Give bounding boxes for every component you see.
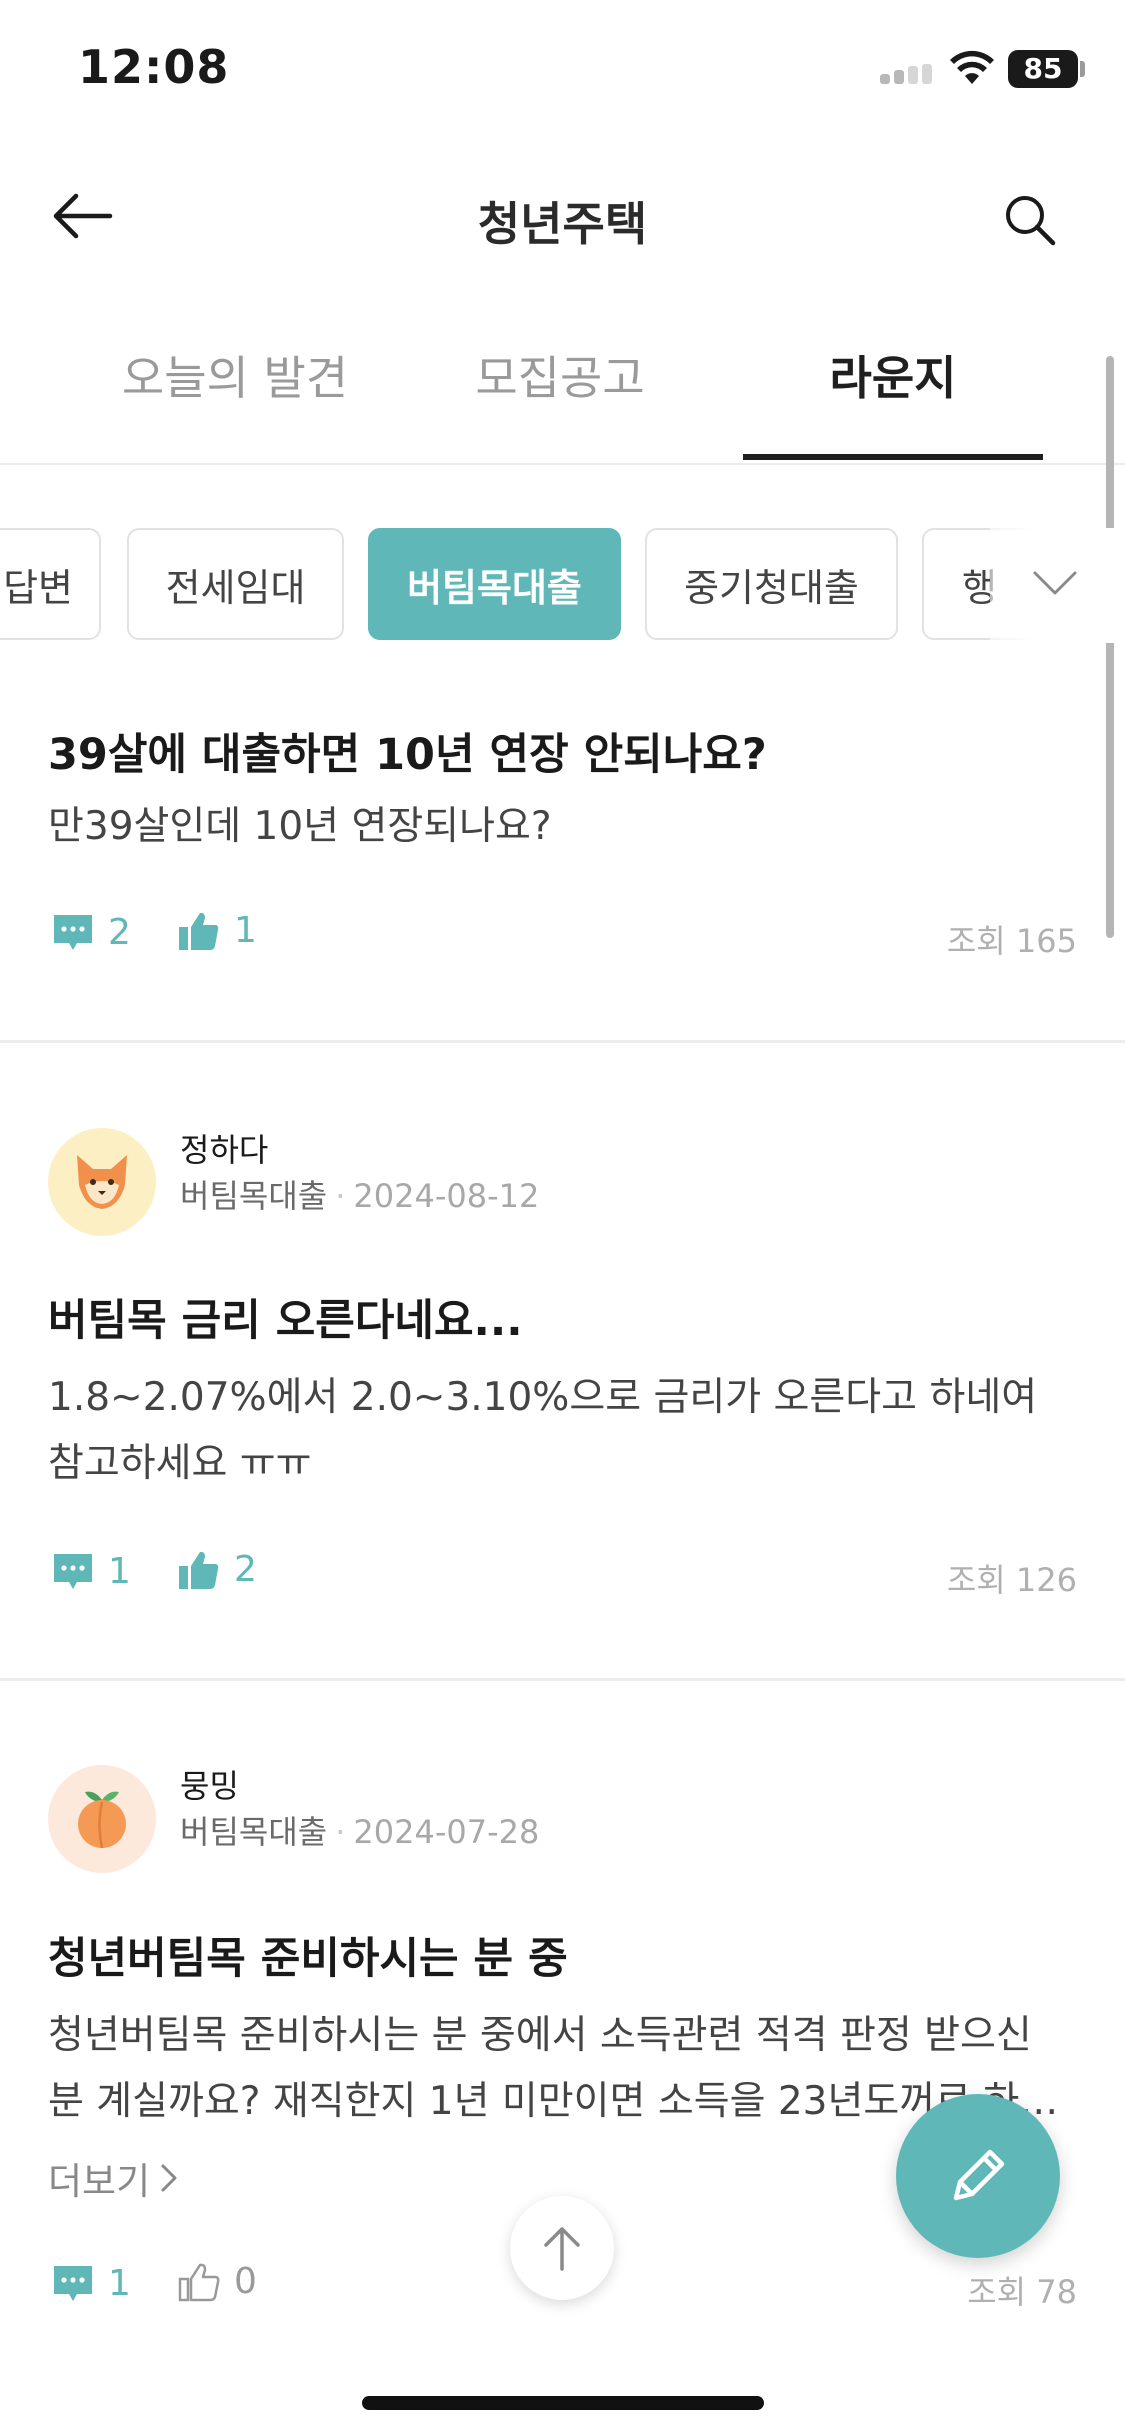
like-count-value: 0 xyxy=(234,2261,257,2302)
battery-tip xyxy=(1080,61,1085,77)
like-count[interactable]: 2 xyxy=(178,1549,257,1590)
post-title: 39살에 대출하면 10년 연장 안되나요? xyxy=(48,730,767,780)
like-count[interactable]: 1 xyxy=(178,910,257,951)
post-date: 2024-07-28 xyxy=(353,1813,540,1851)
post-category: 버팀목대출 xyxy=(180,1177,328,1215)
fox-avatar-icon xyxy=(48,1128,156,1236)
author-name[interactable]: 정하다 xyxy=(180,1125,268,1171)
post-date: 2024-08-12 xyxy=(353,1177,540,1215)
tab-notices[interactable]: 모집공고 xyxy=(430,342,690,408)
post-meta: 버팀목대출 · 2024-08-12 xyxy=(180,1171,539,1217)
view-count: 조회 78 xyxy=(967,2273,1077,2311)
chip-beotimmok-loan[interactable]: 버팀목대출 xyxy=(368,528,621,640)
active-tab-indicator xyxy=(743,454,1043,460)
tab-bar: 오늘의 발견 모집공고 라운지 xyxy=(0,330,1125,465)
comment-icon xyxy=(54,2265,92,2301)
battery-icon: 85 xyxy=(1008,50,1078,88)
chip-junggicheong-loan[interactable]: 중기청대출 xyxy=(645,528,898,640)
author-name[interactable]: 뭉밍 xyxy=(180,1761,239,1807)
thumbs-up-outline-icon xyxy=(178,2263,220,2301)
page-title: 청년주택 xyxy=(477,197,648,251)
read-more-link[interactable]: 더보기 xyxy=(48,2151,180,2205)
read-more-label: 더보기 xyxy=(48,2160,151,2203)
wifi-icon xyxy=(950,50,994,84)
comment-count[interactable]: 1 xyxy=(52,2263,131,2304)
comment-count-value: 1 xyxy=(108,2263,131,2304)
category-chips: 답변 전세임대 버팀목대출 중기청대출 행 xyxy=(0,528,1125,643)
meta-separator: · xyxy=(335,1813,346,1851)
post-body: 1.8~2.07%에서 2.0~3.10%으로 금리가 오른다고 하네여 참고하… xyxy=(48,1375,1038,1486)
arrow-up-icon xyxy=(544,2227,580,2271)
tab-lounge[interactable]: 라운지 xyxy=(743,342,1043,408)
chip-jeonse-rental[interactable]: 전세임대 xyxy=(127,528,344,640)
comment-icon xyxy=(54,914,92,950)
like-count-value: 2 xyxy=(234,1549,257,1590)
comment-count-value: 2 xyxy=(108,912,131,953)
post-category: 버팀목대출 xyxy=(180,1813,328,1851)
write-post-button[interactable] xyxy=(896,2094,1060,2258)
post-item[interactable]: 39살에 대출하면 10년 연장 안되나요? 만39살인데 10년 연장되나요?… xyxy=(0,700,1125,1040)
post-body: 만39살인데 10년 연장되나요? xyxy=(48,804,552,849)
post-title: 버팀목 금리 오른다네요... xyxy=(48,1296,523,1346)
comment-count[interactable]: 1 xyxy=(52,1551,131,1592)
expand-chips-button[interactable] xyxy=(1020,548,1090,618)
comment-icon xyxy=(54,1553,92,1589)
like-count[interactable]: 0 xyxy=(178,2261,257,2302)
pencil-icon xyxy=(953,2149,1005,2201)
chevron-right-icon xyxy=(161,2164,177,2192)
cellular-signal-icon xyxy=(880,64,936,84)
scroll-to-top-button[interactable] xyxy=(510,2196,614,2300)
app-header: 청년주택 xyxy=(0,160,1125,270)
post-body: 청년버팀목 준비하시는 분 중에서 소득관련 적격 판정 받으신 분 계실까요?… xyxy=(48,2013,1059,2124)
view-count: 조회 126 xyxy=(946,1561,1077,1599)
post-title: 청년버팀목 준비하시는 분 중 xyxy=(48,1934,568,1984)
peach-avatar-icon xyxy=(48,1765,156,1873)
status-bar: 12:08 85 xyxy=(0,0,1125,140)
comment-count[interactable]: 2 xyxy=(52,912,131,953)
thumbs-up-icon xyxy=(179,1551,219,1589)
post-meta: 버팀목대출 · 2024-07-28 xyxy=(180,1807,539,1853)
thumbs-up-icon xyxy=(179,912,219,950)
search-button[interactable] xyxy=(994,184,1066,256)
comment-count-value: 1 xyxy=(108,1551,131,1592)
tab-discover[interactable]: 오늘의 발견 xyxy=(100,342,370,408)
chevron-down-icon xyxy=(1033,571,1077,595)
search-icon xyxy=(1006,196,1056,246)
like-count-value: 1 xyxy=(234,910,257,951)
meta-separator: · xyxy=(335,1177,346,1215)
home-indicator xyxy=(362,2396,764,2410)
chip-answer[interactable]: 답변 xyxy=(0,528,101,640)
status-time: 12:08 xyxy=(78,40,230,94)
view-count: 조회 165 xyxy=(946,922,1077,960)
post-item[interactable]: 정하다 버팀목대출 · 2024-08-12 버팀목 금리 오른다네요... 1.8… xyxy=(0,1043,1125,1678)
